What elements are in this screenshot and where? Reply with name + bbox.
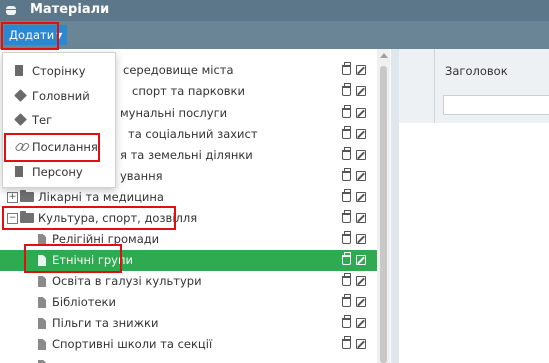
content-grid: Заголовок — [391, 49, 549, 363]
tree-row-label: та соціальний захист — [128, 127, 258, 141]
document-icon — [38, 255, 46, 266]
tree-row[interactable]: Спортивні школи та секції — [0, 334, 377, 355]
edit-icon[interactable] — [356, 192, 366, 202]
tree-row[interactable]: Освіта в галузі культури — [0, 271, 377, 292]
tree-row-hospitals[interactable]: + Лікарні та медицина — [0, 187, 377, 208]
trash-icon[interactable] — [342, 83, 351, 96]
scroll-thumb[interactable] — [380, 66, 387, 363]
document-icon — [38, 234, 46, 245]
menu-item-main[interactable]: Головний — [3, 84, 115, 108]
panel-gutter — [391, 49, 399, 363]
tree-row-label: Етнічні групи — [52, 253, 133, 267]
edit-icon[interactable] — [356, 65, 366, 75]
document-icon — [38, 339, 46, 350]
tree-row[interactable]: Бібліотеки — [0, 292, 377, 313]
document-icon — [15, 65, 23, 76]
add-dropdown-menu: Сторінку Головний Тег Посилання Персону — [2, 52, 116, 188]
edit-icon[interactable] — [356, 276, 366, 286]
grid-header: Заголовок — [399, 49, 549, 123]
add-button-label: Додати — [9, 28, 55, 42]
title-bar: Матеріали — [0, 0, 549, 21]
trash-icon[interactable] — [342, 210, 351, 223]
tree-row[interactable]: Пільги та знижки — [0, 313, 377, 334]
edit-icon[interactable] — [356, 213, 366, 223]
tree-row-culture[interactable]: − Культура, спорт, дозвілля — [0, 208, 377, 229]
tree-row-label: середовище міста — [123, 63, 234, 77]
edit-icon[interactable] — [356, 86, 366, 96]
link-icon — [14, 141, 25, 153]
tree-row-label: мунальні послуги — [120, 106, 228, 120]
tree-row-label: Культура, спорт, дозвілля — [38, 211, 198, 225]
scroll-up-arrow-icon[interactable] — [380, 53, 388, 58]
menu-item-person[interactable]: Персону — [3, 160, 115, 184]
edit-icon[interactable] — [356, 255, 366, 265]
edit-icon[interactable] — [356, 234, 366, 244]
tree-row-selected[interactable]: Етнічні групи — [0, 250, 377, 271]
tree-row-label: Спортивні школи та секції — [52, 337, 213, 351]
document-icon — [38, 297, 46, 308]
edit-icon[interactable] — [356, 150, 366, 160]
document-icon — [38, 318, 46, 329]
trash-icon[interactable] — [342, 336, 351, 349]
column-divider[interactable] — [434, 49, 435, 123]
trash-icon[interactable] — [342, 147, 351, 160]
document-icon — [38, 276, 46, 287]
tree-row-label: Бібліотеки — [52, 295, 116, 309]
tree-row-label: спорт та парковки — [132, 84, 245, 98]
edit-icon[interactable] — [356, 318, 366, 328]
tree-row[interactable] — [0, 355, 377, 363]
trash-icon[interactable] — [342, 273, 351, 286]
tag-icon — [14, 89, 27, 102]
trash-icon[interactable] — [342, 252, 351, 265]
tree-row-label: Пільги та знижки — [52, 316, 159, 330]
window-icon — [6, 6, 16, 15]
menu-item-page[interactable]: Сторінку — [3, 59, 115, 83]
title-filter-input[interactable] — [443, 95, 549, 115]
trash-icon[interactable] — [342, 168, 351, 181]
tree-row-label: Освіта в галузі культури — [52, 274, 202, 288]
menu-item-label: Сторінку — [32, 64, 86, 78]
edit-icon[interactable] — [356, 339, 366, 349]
toolbar: Додати ▼ — [0, 21, 549, 49]
column-header-title[interactable]: Заголовок — [445, 64, 508, 78]
edit-icon[interactable] — [356, 171, 366, 181]
tree-row-label: я та земельні ділянки — [120, 148, 253, 162]
menu-item-label: Персону — [32, 165, 83, 179]
folder-open-icon — [20, 211, 34, 223]
trash-icon[interactable] — [342, 126, 351, 139]
tree-row-label: Лікарні та медицина — [38, 190, 164, 204]
trash-icon[interactable] — [342, 294, 351, 307]
edit-icon[interactable] — [356, 108, 366, 118]
menu-item-label: Посилання — [32, 140, 98, 154]
chevron-down-icon: ▼ — [56, 31, 63, 40]
expand-icon[interactable]: + — [7, 192, 18, 203]
tree-row-label: ування — [120, 169, 163, 183]
trash-icon[interactable] — [342, 189, 351, 202]
menu-item-label: Головний — [32, 89, 90, 103]
folder-icon — [20, 190, 34, 202]
menu-item-label: Тег — [32, 113, 53, 127]
trash-icon[interactable] — [342, 62, 351, 75]
document-icon — [15, 166, 23, 177]
collapse-icon[interactable]: − — [7, 213, 18, 224]
trash-icon[interactable] — [342, 105, 351, 118]
menu-item-link[interactable]: Посилання — [3, 135, 115, 159]
edit-icon[interactable] — [356, 129, 366, 139]
trash-icon[interactable] — [342, 231, 351, 244]
tree-row-label: Релігійні громади — [52, 232, 160, 246]
tree-scrollbar[interactable] — [377, 49, 390, 363]
window-title: Матеріали — [30, 2, 110, 17]
add-button[interactable]: Додати ▼ — [4, 25, 68, 45]
tree-row[interactable]: Релігійні громади — [0, 229, 377, 250]
tag-icon — [14, 113, 27, 126]
trash-icon[interactable] — [342, 315, 351, 328]
menu-item-tag[interactable]: Тег — [3, 108, 115, 132]
edit-icon[interactable] — [356, 297, 366, 307]
